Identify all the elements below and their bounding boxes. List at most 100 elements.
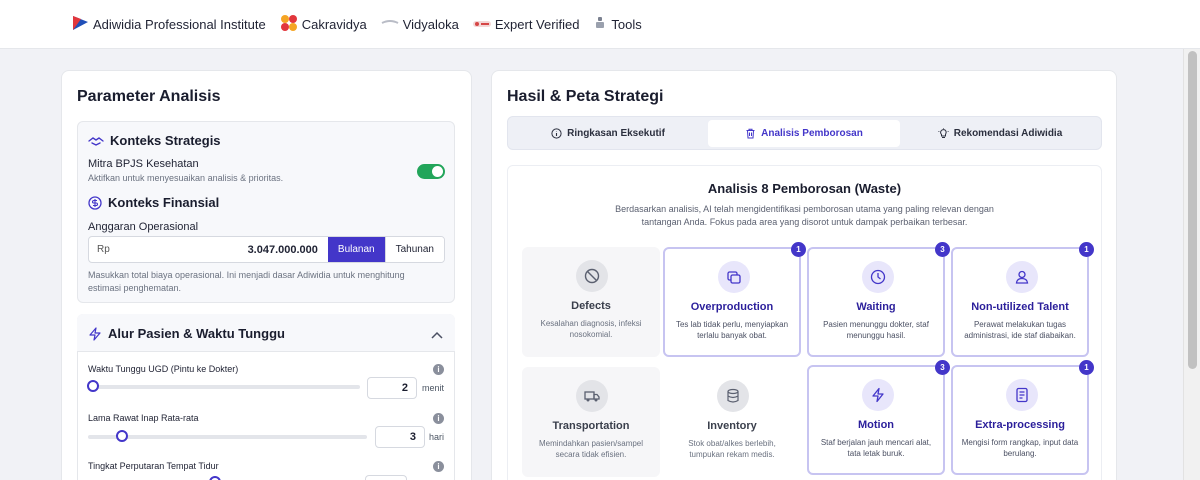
- period-monthly-button[interactable]: Bulanan: [327, 237, 385, 262]
- waste-name: Transportation: [552, 420, 630, 432]
- waste-card-overproduction[interactable]: Overproduction Tes lab tidak perlu, meny…: [663, 242, 806, 357]
- bpjs-toggle[interactable]: [417, 164, 445, 179]
- truck-icon: [576, 380, 608, 412]
- budget-input[interactable]: 3.047.000.000: [118, 237, 328, 262]
- nav-label: Cakravidya: [301, 16, 367, 32]
- param-value-input[interactable]: [365, 475, 407, 480]
- database-icon: [717, 380, 749, 412]
- tab-rekomendasi-adiwidia[interactable]: Rekomendasi Adiwidia: [904, 120, 1096, 147]
- waste-badge: 3: [935, 360, 950, 375]
- nav-label: Vidyaloka: [402, 16, 459, 32]
- param-label: Lama Rawat Inap Rata-rata: [88, 413, 199, 423]
- scrollbar-thumb[interactable]: [1188, 51, 1197, 369]
- param-slider-track[interactable]: [88, 385, 360, 389]
- budget-help: Masukkan total biaya operasional. Ini me…: [88, 270, 405, 293]
- waste-name: Waiting: [856, 301, 896, 313]
- waste-name: Motion: [857, 419, 895, 431]
- tab-label: Analisis Pemborosan: [761, 128, 863, 139]
- info-circle-icon: [551, 128, 562, 139]
- param-value-input[interactable]: 3: [375, 426, 425, 448]
- waste-desc: Mengisi form rangkap, input data berulan…: [961, 438, 1079, 458]
- nav-item-adiwidia[interactable]: Adiwidia Professional Institute: [72, 14, 266, 34]
- waste-card-extra-processing[interactable]: Extra-processing Mengisi form rangkap, i…: [951, 360, 1094, 475]
- period-yearly-button[interactable]: Tahunan: [384, 237, 444, 262]
- ban-icon: [576, 260, 608, 292]
- nav-label: Tools: [611, 16, 642, 32]
- handshake-icon: [88, 136, 104, 146]
- waste-desc: Perawat melakukan tugas administrasi, id…: [964, 320, 1076, 340]
- waste-desc: Staf berjalan jauh mencari alat, tata le…: [820, 438, 932, 458]
- tools-icon: [593, 16, 607, 33]
- results-title: Hasil & Peta Strategi: [507, 88, 664, 105]
- financial-heading-text: Konteks Finansial: [108, 195, 220, 210]
- waste-desc: Tes lab tidak perlu, menyiapkan terlalu …: [675, 320, 789, 340]
- budget-input-group: Rp 3.047.000.000 Bulanan Tahunan: [88, 236, 445, 263]
- lightning-icon: [862, 379, 894, 411]
- waste-desc: Memindahkan pasien/sampel secara tidak e…: [538, 439, 644, 459]
- info-icon[interactable]: i: [433, 461, 444, 472]
- waste-card-motion[interactable]: Motion Staf berjalan jauh mencari alat, …: [807, 360, 950, 475]
- lightbulb-icon: [938, 128, 949, 138]
- waste-desc: Kesalahan diagnosis, infeksi nosokomial.: [540, 319, 642, 339]
- nav-label: Adiwidia Professional Institute: [93, 16, 266, 32]
- waste-name: Inventory: [707, 420, 757, 432]
- currency-prefix: Rp: [97, 244, 110, 255]
- lightning-icon: [89, 326, 101, 341]
- waste-description: Berdasarkan analisis, AI telah mengident…: [615, 204, 994, 227]
- waste-card-waiting[interactable]: Waiting Pasien menunggu dokter, staf men…: [807, 242, 950, 357]
- waste-card-non-utilized-talent[interactable]: Non-utilized Talent Perawat melakukan tu…: [951, 242, 1094, 357]
- param-slider-knob[interactable]: [116, 430, 128, 442]
- flow-heading-text: Alur Pasien & Waktu Tunggu: [108, 326, 285, 341]
- info-icon[interactable]: i: [433, 413, 444, 424]
- financial-heading: Konteks Finansial: [88, 195, 219, 210]
- info-icon[interactable]: i: [433, 364, 444, 375]
- budget-label: Anggaran Operasional: [88, 221, 199, 233]
- nav-item-expert-verified[interactable]: Expert Verified: [472, 16, 580, 32]
- waste-badge: 3: [935, 242, 950, 257]
- dollar-circle-icon: [88, 195, 102, 210]
- param-label: Tingkat Perputaran Tempat Tidur: [88, 461, 219, 471]
- strategic-heading-text: Konteks Strategis: [110, 133, 221, 148]
- nav-item-tools[interactable]: Tools: [593, 16, 642, 33]
- vidyaloka-logo-icon: [381, 17, 399, 32]
- tab-label: Ringkasan Eksekutif: [567, 128, 665, 139]
- expert-verified-logo-icon: [472, 17, 491, 32]
- tab-analisis-pemborosan[interactable]: Analisis Pemborosan: [708, 120, 900, 147]
- param-slider-track[interactable]: [88, 435, 367, 439]
- param-slider-knob[interactable]: [87, 380, 99, 392]
- trash-icon: [746, 128, 755, 139]
- nav-label: Expert Verified: [494, 16, 580, 32]
- param-label: Waktu Tunggu UGD (Pintu ke Dokter): [88, 364, 239, 374]
- chevron-up-icon[interactable]: [431, 327, 443, 345]
- waste-badge: 1: [1079, 242, 1094, 257]
- waste-card-transportation[interactable]: Transportation Memindahkan pasien/sampel…: [522, 367, 660, 477]
- parameter-title: Parameter Analisis: [77, 88, 221, 105]
- user-icon: [1006, 261, 1038, 293]
- nav-item-cakravidya[interactable]: Cakravidya: [280, 14, 367, 35]
- strategic-heading: Konteks Strategis: [88, 133, 221, 148]
- param-unit: hari: [429, 432, 445, 442]
- waste-card-defects[interactable]: Defects Kesalahan diagnosis, infeksi nos…: [522, 247, 660, 357]
- param-value-input[interactable]: 2: [367, 377, 417, 399]
- adiwidia-logo-icon: [72, 14, 89, 34]
- waste-title: Analisis 8 Pemborosan (Waste): [707, 181, 902, 196]
- param-unit: menit: [422, 383, 445, 393]
- document-icon: [1006, 379, 1038, 411]
- waste-name: Extra-processing: [975, 419, 1065, 431]
- waste-name: Defects: [571, 300, 611, 312]
- waste-name: Non-utilized Talent: [971, 301, 1069, 313]
- top-navigation: Adiwidia Professional Institute Cakravid…: [0, 0, 1200, 49]
- bpjs-label: Mitra BPJS Kesehatan: [88, 158, 199, 170]
- flow-heading: Alur Pasien & Waktu Tunggu: [88, 326, 285, 341]
- results-tabs: Ringkasan Eksekutif Analisis Pemborosan …: [507, 116, 1102, 150]
- waste-card-inventory[interactable]: Inventory Stok obat/alkes berlebih, tump…: [663, 367, 801, 477]
- clock-icon: [862, 261, 894, 293]
- tab-ringkasan-eksekutif[interactable]: Ringkasan Eksekutif: [512, 120, 704, 147]
- waste-badge: 1: [791, 242, 806, 257]
- nav-item-vidyaloka[interactable]: Vidyaloka: [381, 17, 459, 32]
- cakravidya-logo-icon: [280, 14, 298, 35]
- copy-stack-icon: [718, 261, 750, 293]
- waste-badge: 1: [1079, 360, 1094, 375]
- waste-desc: Stok obat/alkes berlebih, tumpukan rekam…: [688, 439, 776, 459]
- tab-label: Rekomendasi Adiwidia: [953, 128, 1063, 139]
